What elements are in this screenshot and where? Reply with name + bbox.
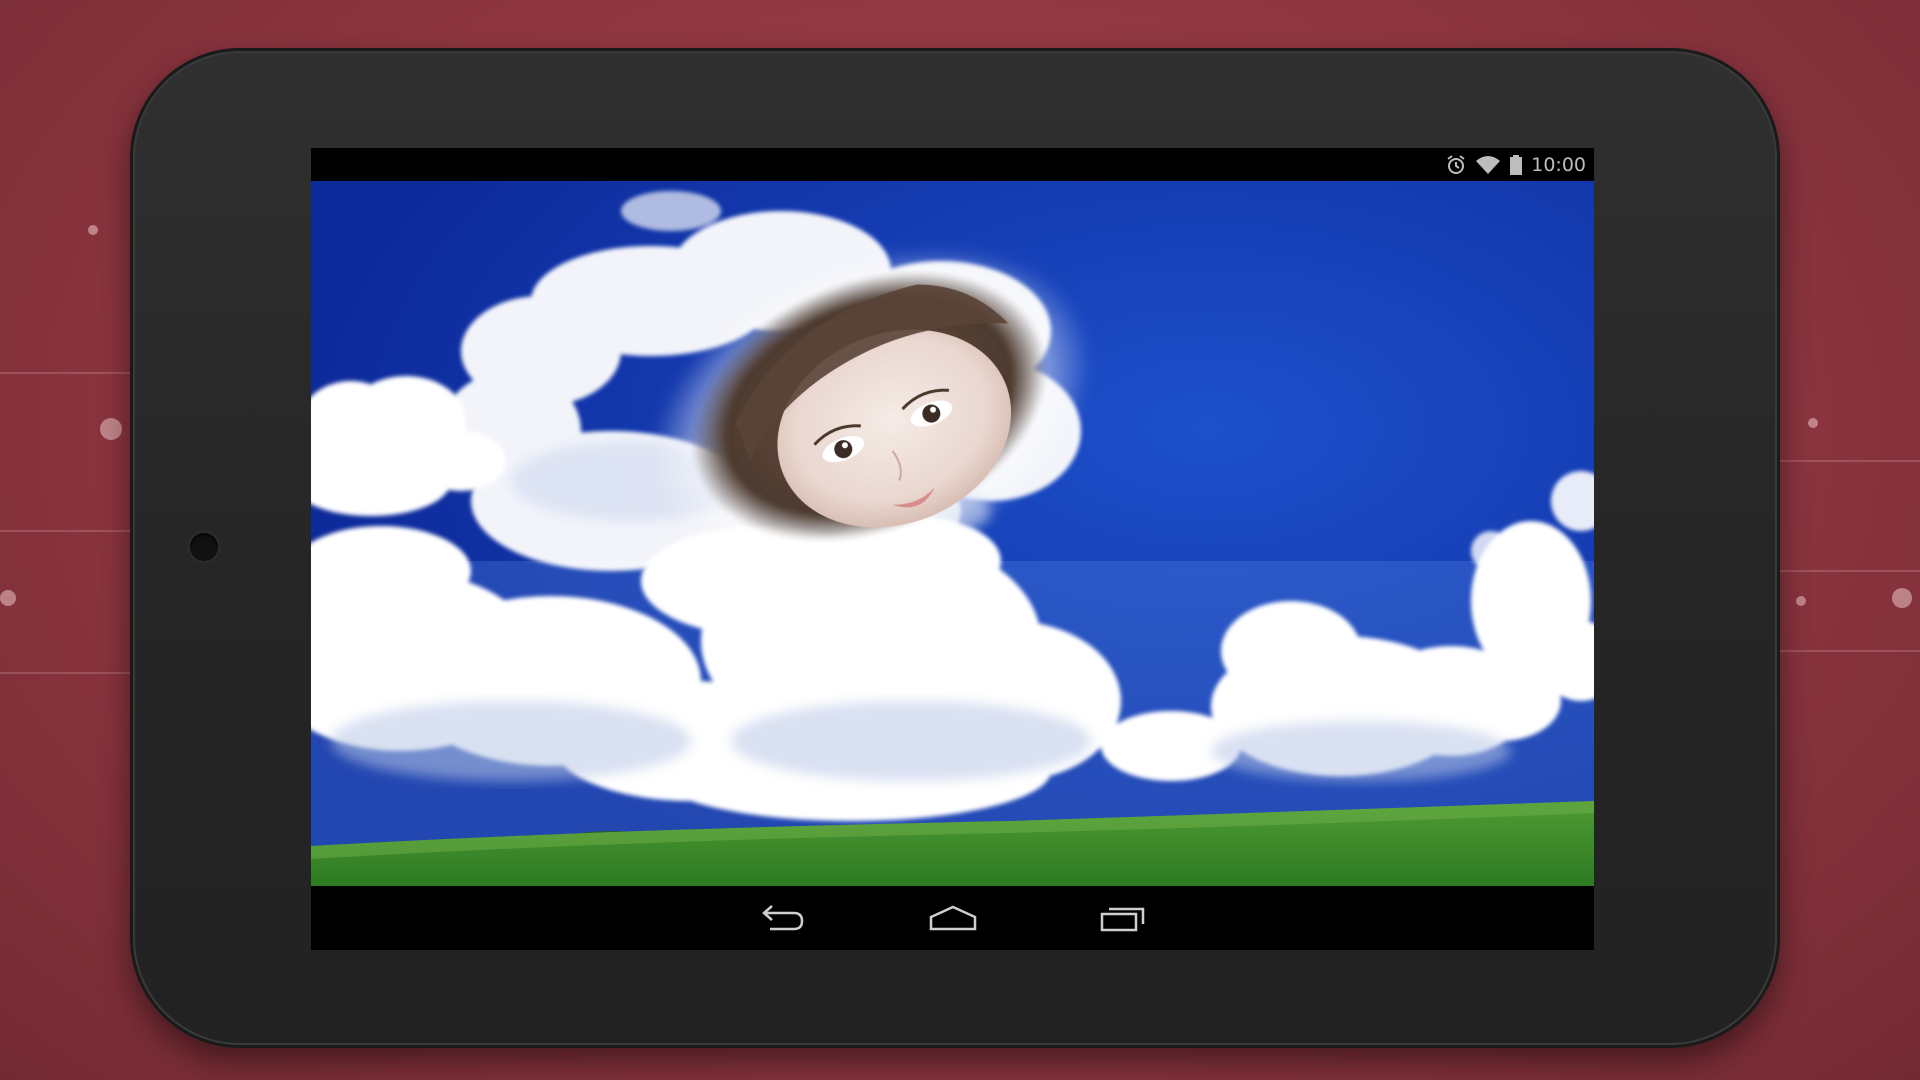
background-stripe (0, 530, 130, 532)
wallpaper-image (311, 181, 1594, 886)
back-button[interactable] (753, 898, 813, 938)
status-time: 10:00 (1531, 153, 1586, 176)
background-dot (1808, 418, 1818, 428)
front-camera (190, 533, 218, 561)
background-stripe (1780, 570, 1920, 572)
background-dot (100, 418, 122, 440)
background-stripe (0, 672, 130, 674)
background-dot (0, 590, 16, 606)
background-dot (1796, 596, 1806, 606)
home-button[interactable] (923, 898, 983, 938)
background-stripe (1780, 650, 1920, 652)
recent-apps-button[interactable] (1093, 898, 1153, 938)
alarm-icon (1445, 154, 1467, 176)
navigation-bar (311, 886, 1594, 950)
background-dot (88, 225, 98, 235)
status-bar: 10:00 (311, 148, 1594, 181)
recent-apps-icon (1100, 907, 1144, 932)
device-screen: 10:00 (311, 148, 1594, 950)
background-stripe (1780, 460, 1920, 462)
background-dot (1892, 588, 1912, 608)
back-icon (761, 905, 803, 931)
battery-icon (1509, 154, 1523, 176)
wifi-icon (1475, 154, 1501, 176)
tablet-device: 10:00 (130, 48, 1780, 1048)
home-icon (929, 905, 976, 931)
background-stripe (0, 372, 130, 374)
sky-landscape-illustration (311, 181, 1594, 886)
